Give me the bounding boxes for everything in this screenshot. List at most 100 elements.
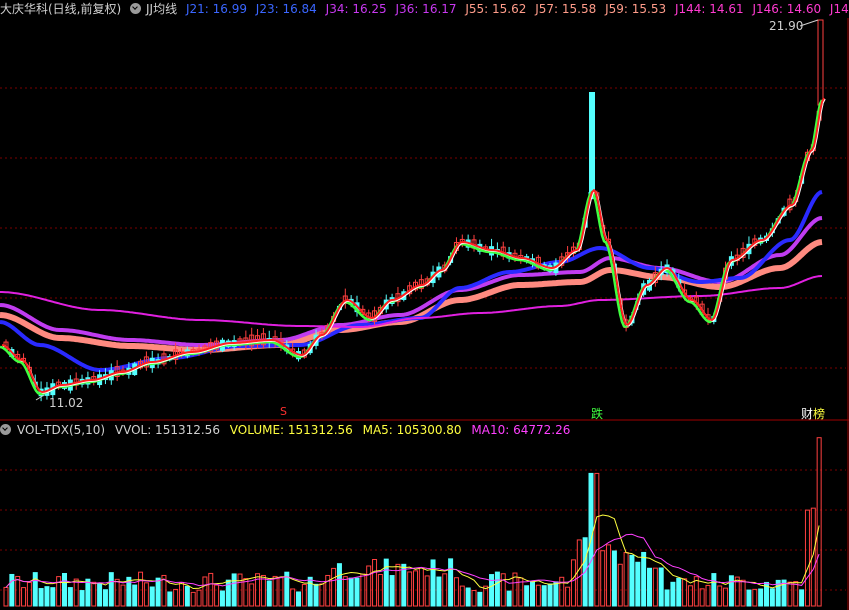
volume-bar [436, 576, 442, 607]
volume-bar [658, 567, 664, 607]
volume-bar [723, 587, 729, 607]
volume-bar [97, 582, 103, 607]
volume-bar [740, 579, 746, 607]
volume-bar [647, 567, 652, 607]
volume-bar [249, 583, 255, 607]
volume-bar [79, 590, 85, 607]
volume-bar [366, 565, 372, 607]
volume-bar [389, 575, 395, 607]
volume-bar [301, 583, 307, 607]
volume-bar [448, 558, 454, 607]
volume-bar [272, 575, 278, 607]
volume-bar [705, 584, 711, 607]
volume-bar [9, 573, 15, 607]
high-price-label: 21.90 [769, 19, 804, 33]
volume-bar [804, 509, 810, 607]
ma10-value: MA10: 64772.26 [471, 423, 571, 437]
volume-bar [348, 577, 354, 607]
volume-bar [413, 570, 418, 607]
volume-bar [307, 576, 313, 607]
volume-bar [611, 550, 617, 607]
volume-bar [401, 563, 407, 607]
volume-bar [38, 588, 44, 607]
volume-bar [120, 584, 126, 607]
volume-bar [489, 574, 495, 607]
ma5-value: MA5: 105300.80 [362, 423, 462, 437]
volume-bar [746, 589, 752, 607]
volume-bar [606, 544, 612, 607]
volume-bar [62, 573, 67, 607]
volume-bar [453, 577, 459, 607]
volume-bar [553, 581, 559, 607]
volume-bar [56, 576, 62, 607]
volume-bar [336, 563, 342, 607]
volume-bar [173, 588, 179, 607]
volume-bar [664, 589, 670, 607]
volume-bar [266, 580, 272, 607]
volume-bar [717, 585, 723, 607]
low-price-label: 11.02 [49, 396, 84, 410]
volume-bar [44, 586, 50, 607]
volume-bar [331, 567, 337, 607]
volume-bar [114, 578, 120, 607]
volume-bar [354, 577, 360, 607]
volume-bar [682, 578, 688, 607]
volume-bar [541, 585, 547, 607]
volume-bar [670, 581, 676, 607]
volume-bar [231, 573, 237, 607]
volume-bar [787, 581, 793, 607]
volume-bar [138, 571, 144, 607]
volume-bar [424, 575, 430, 607]
volume-bar [243, 578, 249, 607]
volume-bar [793, 581, 799, 607]
volume-bar [91, 581, 97, 607]
volume-bar [260, 574, 266, 607]
volume-bar [296, 591, 301, 607]
volume-bar [559, 576, 565, 607]
volume-bar [506, 590, 512, 607]
candle-body [589, 92, 595, 192]
volume-bar [67, 587, 73, 607]
kline-chart[interactable] [0, 0, 849, 610]
signal-cai-marker: 财 [801, 407, 814, 421]
volume-bar [652, 567, 658, 607]
volume-bar [676, 577, 682, 607]
volume-bar [155, 577, 161, 607]
volume-bar [758, 588, 764, 607]
volume-bar [179, 581, 184, 607]
volume-bar [26, 581, 32, 607]
volume-bar [728, 575, 734, 607]
vvol-value: VVOL: 151312.56 [114, 423, 220, 437]
volume-bar [219, 590, 225, 607]
volume-bar [617, 563, 623, 607]
volume-bar [711, 573, 717, 607]
volume-header: VOL-TDX(5,10) VVOL: 151312.56 VOLUME: 15… [0, 422, 576, 438]
signal-die-marker: 跌 [591, 407, 604, 421]
volume-menu-icon[interactable] [0, 424, 11, 435]
volume-bar [149, 586, 155, 607]
volume-bar [202, 576, 208, 607]
volume-bar [319, 583, 325, 607]
volume-bar [483, 585, 489, 607]
volume-bar [570, 559, 576, 607]
volume-indicator-name[interactable]: VOL-TDX(5,10) [17, 423, 105, 437]
volume-bar [73, 578, 79, 607]
volume-bar [769, 588, 775, 607]
volume-bar [278, 577, 284, 607]
volume-bar [32, 572, 38, 607]
ma-line-short-green [0, 99, 824, 396]
signal-bang-marker: 榜 [813, 407, 826, 421]
volume-bar [477, 591, 483, 607]
volume-bar [687, 585, 693, 607]
volume-bar [21, 587, 27, 607]
volume-bar [132, 584, 138, 607]
volume-bar [214, 584, 220, 607]
volume-bar [184, 585, 190, 607]
volume-bar [108, 572, 114, 607]
signal-s-marker: S [280, 405, 287, 418]
volume-bar [547, 583, 553, 607]
volume-bar [799, 589, 805, 607]
volume-bar [816, 437, 822, 607]
volume-bar [465, 587, 471, 607]
volume-value: VOLUME: 151312.56 [229, 423, 353, 437]
